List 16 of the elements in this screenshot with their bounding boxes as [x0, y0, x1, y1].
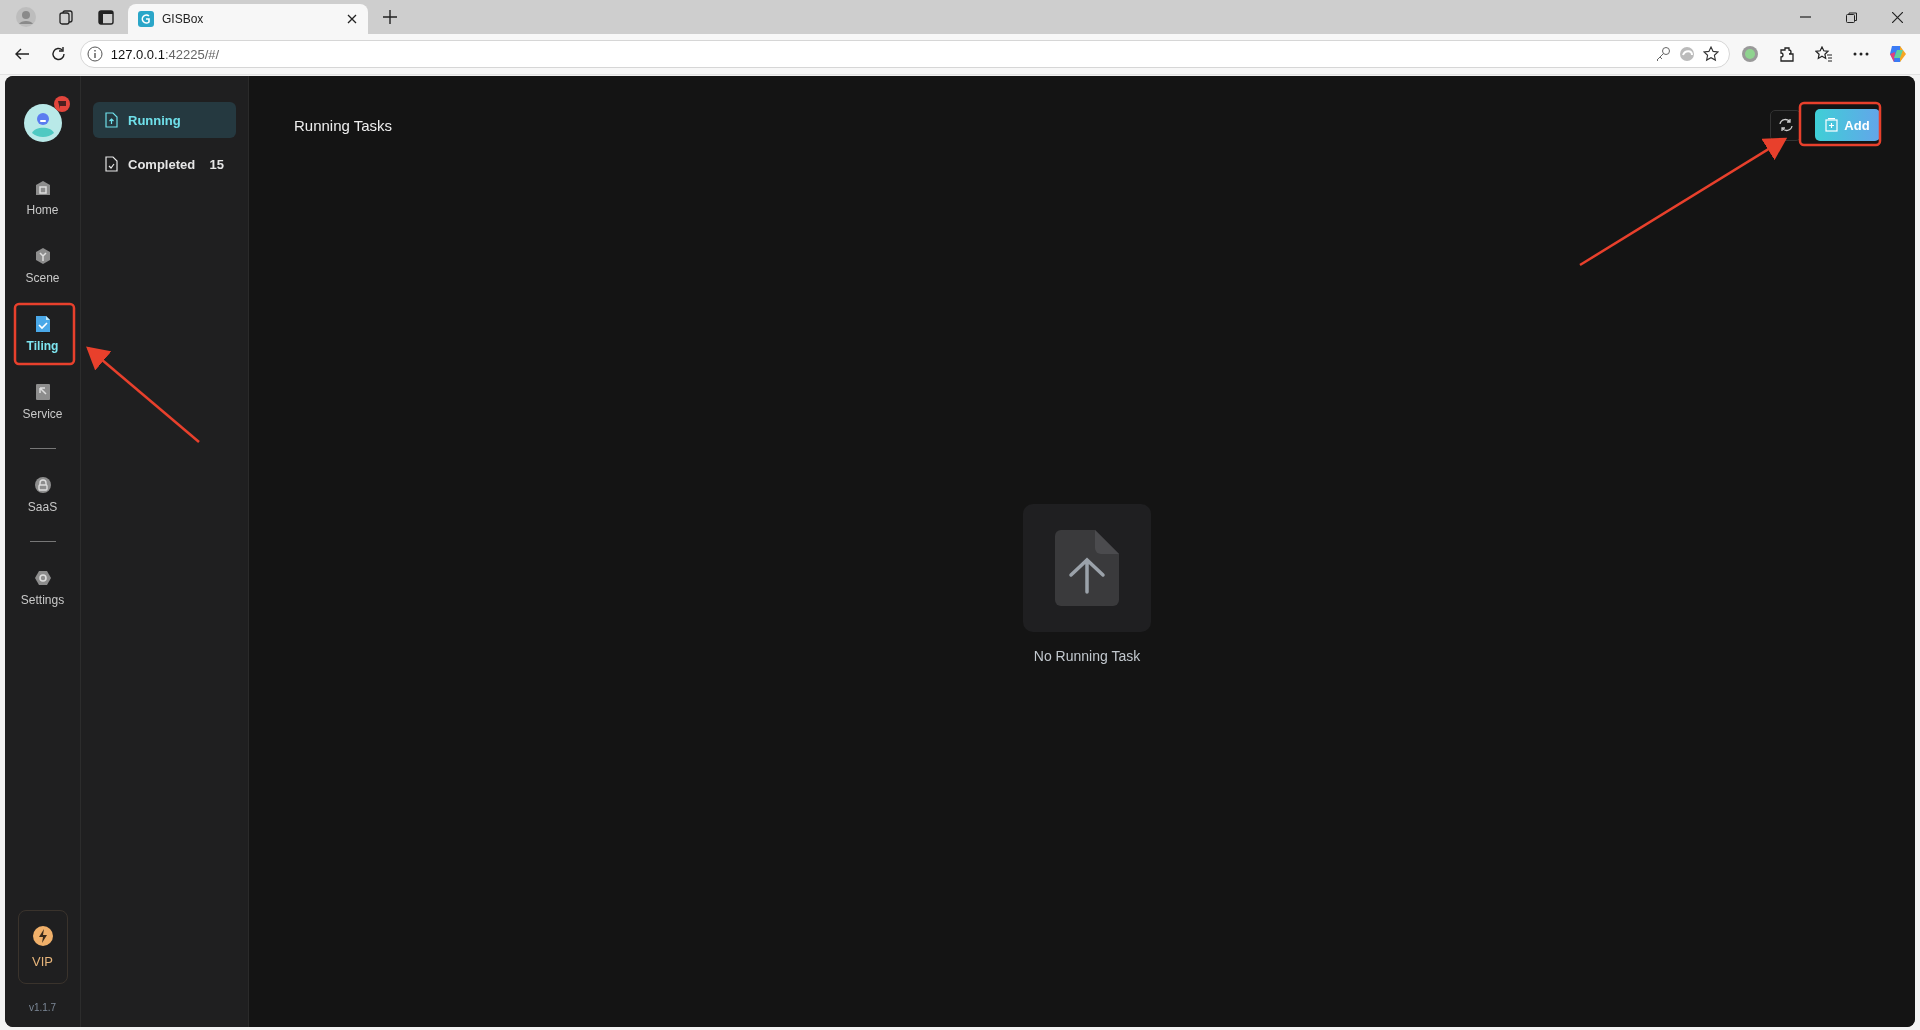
task-filter-item[interactable]: Completed 15 [93, 146, 236, 182]
empty-state-text: No Running Task [1033, 648, 1141, 664]
page-title: Running Tasks [294, 116, 394, 134]
nav-item[interactable]: SaaS [12, 463, 73, 527]
count-label: 15 [209, 156, 224, 172]
nav-item[interactable]: Home [12, 166, 73, 230]
tab-title: GISBox [162, 12, 205, 26]
nav-item[interactable]: Tiling [12, 302, 73, 366]
task-filter-item[interactable]: Running [93, 102, 236, 138]
version-label: v1.1.7 [28, 1002, 57, 1013]
vip-button[interactable]: VIP [17, 910, 68, 984]
browser-tab[interactable]: GISBox [128, 4, 368, 34]
nav-item[interactable]: Scene [12, 234, 73, 298]
nav-item[interactable]: Service [12, 370, 73, 434]
nav-item[interactable]: Settings [12, 556, 73, 620]
address-bar[interactable]: 127.0.0.1:42225/#/ [79, 40, 1730, 68]
